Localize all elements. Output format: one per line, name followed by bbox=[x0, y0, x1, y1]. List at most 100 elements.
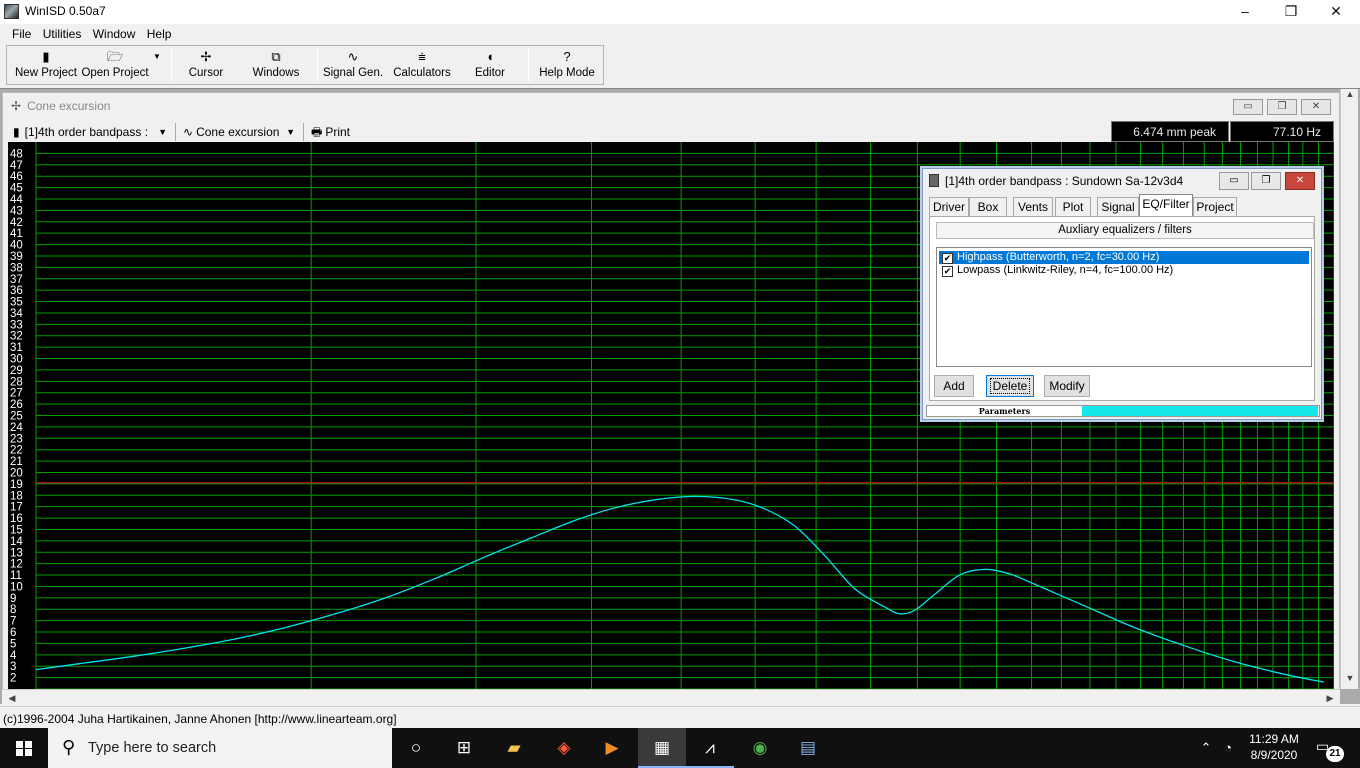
chart-close-button[interactable]: ✕ bbox=[1301, 99, 1331, 115]
horizontal-scrollbar[interactable]: ◀ ▶ bbox=[2, 689, 1340, 705]
y-tick-label: 18 bbox=[10, 490, 23, 502]
filter-checkbox[interactable]: ✔ bbox=[942, 253, 953, 264]
tab-project[interactable]: Project bbox=[1193, 197, 1237, 216]
y-tick-label: 30 bbox=[10, 354, 23, 366]
print-button[interactable]: 🖶 Print bbox=[311, 123, 361, 141]
calculator-icon: ⩧ bbox=[418, 49, 426, 64]
y-tick-label: 15 bbox=[10, 524, 23, 536]
y-tick-label: 6 bbox=[10, 627, 16, 639]
add-button[interactable]: Add bbox=[934, 375, 974, 397]
y-tick-label: 21 bbox=[10, 456, 23, 468]
speaker-icon: ▮ bbox=[13, 125, 20, 139]
y-tick-label: 48 bbox=[10, 148, 23, 160]
crosshair-icon: ✢ bbox=[200, 49, 212, 64]
menu-window[interactable]: Window bbox=[89, 24, 140, 41]
editor-button[interactable]: ◖ Editor bbox=[463, 46, 517, 84]
project-select[interactable]: ▮ [1]4th order bandpass : ▼ bbox=[13, 123, 169, 141]
tab-driver[interactable]: Driver bbox=[929, 197, 969, 216]
audacity-icon[interactable]: ⩘ bbox=[686, 728, 734, 768]
y-tick-label: 17 bbox=[10, 502, 23, 514]
scroll-up-arrow-icon[interactable]: ▲ bbox=[1341, 89, 1359, 105]
cortana-icon[interactable]: ○ bbox=[392, 728, 440, 768]
maximize-button[interactable]: ❐ bbox=[1268, 0, 1314, 22]
dialog-restore-button[interactable]: ❐ bbox=[1251, 172, 1281, 190]
delete-button[interactable]: Delete bbox=[986, 375, 1034, 397]
printer-icon: 🖶 bbox=[311, 125, 323, 139]
toolbar-divider bbox=[303, 123, 304, 141]
new-project-button[interactable]: ▮ New Project bbox=[11, 46, 81, 84]
notification-count: 21 bbox=[1326, 746, 1344, 762]
search-placeholder: Type here to search bbox=[88, 740, 217, 756]
speaker-icon bbox=[929, 174, 939, 187]
dialog-close-button[interactable]: ✕ bbox=[1285, 172, 1315, 190]
task-view-icon[interactable]: ⊞ bbox=[440, 728, 488, 768]
start-button[interactable] bbox=[0, 728, 48, 768]
speaker-icon: ◖ bbox=[486, 49, 494, 64]
main-toolbar: ▮ New Project 🗁 Open Project ▼ ✢ Cursor … bbox=[6, 45, 604, 85]
filter-list[interactable]: ✔ Highpass (Butterworth, n=2, fc=30.00 Hz… bbox=[936, 247, 1312, 367]
y-tick-label: 40 bbox=[10, 240, 23, 252]
taskbar-clock[interactable]: 11:29 AM 8/9/2020 bbox=[1236, 731, 1312, 763]
y-tick-label: 38 bbox=[10, 262, 23, 274]
tab-signal[interactable]: Signal bbox=[1097, 197, 1139, 216]
minimize-button[interactable]: – bbox=[1222, 0, 1268, 22]
y-tick-label: 5 bbox=[10, 638, 16, 650]
open-project-button[interactable]: 🗁 Open Project bbox=[81, 46, 149, 84]
project-properties-dialog: [1]4th order bandpass : Sundown Sa-12v3d… bbox=[922, 168, 1322, 420]
eq-filter-pane: Auxliary equalizers / filters ✔ Highpass … bbox=[929, 216, 1315, 401]
tab-plot[interactable]: Plot bbox=[1055, 197, 1091, 216]
y-tick-label: 26 bbox=[10, 399, 23, 411]
file-explorer-icon[interactable]: ▰ bbox=[490, 728, 538, 768]
chart-restore-button[interactable]: ❐ bbox=[1267, 99, 1297, 115]
help-mode-button[interactable]: ? Help Mode bbox=[533, 46, 601, 84]
peak-readout: 6.474 mm peak bbox=[1111, 121, 1229, 142]
menu-help[interactable]: Help bbox=[143, 24, 176, 41]
y-tick-label: 23 bbox=[10, 433, 23, 445]
tab-box[interactable]: Box bbox=[969, 197, 1007, 216]
y-tick-label: 37 bbox=[10, 274, 23, 286]
clock-time: 11:29 AM bbox=[1249, 732, 1299, 746]
list-item[interactable]: ✔ Highpass (Butterworth, n=2, fc=30.00 Hz… bbox=[939, 251, 1309, 264]
vertical-scrollbar[interactable]: ▲ ▼ bbox=[1340, 89, 1358, 689]
chevron-down-icon: ▼ bbox=[286, 127, 295, 137]
tab-vents[interactable]: Vents bbox=[1013, 197, 1053, 216]
taskbar-search[interactable]: ⚲ Type here to search bbox=[48, 728, 392, 768]
scroll-down-arrow-icon[interactable]: ▼ bbox=[1341, 673, 1359, 689]
crosshair-icon: ✢ bbox=[11, 99, 22, 113]
y-tick-label: 9 bbox=[10, 593, 16, 605]
search-icon: ⚲ bbox=[62, 737, 76, 757]
menu-utilities[interactable]: Utilities bbox=[39, 24, 86, 41]
chevron-up-icon[interactable]: ⌃ bbox=[1196, 728, 1216, 768]
notification-button[interactable]: ▭ 21 bbox=[1316, 738, 1344, 762]
open-folder-icon: 🗁 bbox=[106, 49, 124, 64]
y-tick-label: 44 bbox=[10, 194, 23, 206]
y-tick-label: 11 bbox=[10, 570, 22, 582]
close-button[interactable]: ✕ bbox=[1313, 0, 1359, 22]
filter-checkbox[interactable]: ✔ bbox=[942, 266, 953, 277]
cursor-button[interactable]: ✢ Cursor bbox=[177, 46, 235, 84]
signal-gen-button[interactable]: ∿ Signal Gen. bbox=[321, 46, 385, 84]
plot-type-select[interactable]: ∿ Cone excursion ▼ bbox=[183, 123, 297, 141]
y-tick-label: 20 bbox=[10, 467, 23, 479]
fl-studio-icon[interactable]: ◈ bbox=[540, 728, 588, 768]
y-tick-label: 42 bbox=[10, 217, 23, 229]
y-tick-label: 16 bbox=[10, 513, 23, 525]
video-editor-icon[interactable]: ▶ bbox=[588, 728, 636, 768]
open-project-dropdown[interactable]: ▼ bbox=[151, 46, 163, 84]
scroll-left-arrow-icon[interactable]: ◀ bbox=[4, 690, 20, 706]
winisd-icon[interactable]: ▦ bbox=[638, 728, 686, 768]
dialog-minimize-button[interactable]: ▭ bbox=[1219, 172, 1249, 190]
menu-file[interactable]: File bbox=[8, 24, 35, 41]
chrome-icon[interactable]: ◉ bbox=[736, 728, 784, 768]
wifi-icon[interactable]: ◔ bbox=[1218, 728, 1238, 768]
list-item[interactable]: ✔ Lowpass (Linkwitz-Riley, n=4, fc=100.00… bbox=[939, 264, 1309, 277]
scroll-right-arrow-icon[interactable]: ▶ bbox=[1322, 690, 1338, 706]
calculator-icon[interactable]: ▤ bbox=[784, 728, 832, 768]
modify-button[interactable]: Modify bbox=[1044, 375, 1090, 397]
tab-eq-filter[interactable]: EQ/Filter bbox=[1139, 194, 1193, 217]
y-tick-label: 45 bbox=[10, 183, 23, 195]
windows-button[interactable]: ⧉ Windows bbox=[243, 46, 309, 84]
chart-minimize-button[interactable]: ▭ bbox=[1233, 99, 1263, 115]
menu-bar: File Utilities Window Help bbox=[8, 24, 175, 45]
calculators-button[interactable]: ⩧ Calculators bbox=[391, 46, 453, 84]
